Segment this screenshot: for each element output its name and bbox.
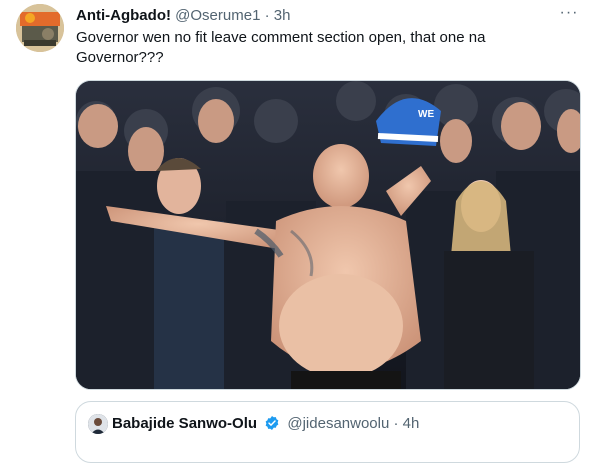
quoted-display-name[interactable]: Babajide Sanwo-Olu — [112, 415, 257, 432]
verified-badge-icon — [264, 415, 280, 431]
hat-text: WE — [418, 109, 434, 120]
separator-dot: · — [264, 7, 270, 24]
crowd-photo: WE — [76, 81, 580, 389]
tweet-header: Anti-Agbado! @Oserume1 · 3h — [76, 6, 580, 26]
quoted-user-avatar[interactable] — [88, 414, 108, 434]
quoted-separator-dot: · — [393, 415, 399, 432]
quoted-user-handle[interactable]: @jidesanwoolu — [287, 415, 389, 432]
quoted-tweet-header: Babajide Sanwo-Olu @jidesanwoolu · 4h — [112, 414, 419, 434]
user-avatar[interactable] — [16, 4, 64, 52]
tweet-photo[interactable]: WE — [75, 80, 581, 390]
quoted-timestamp[interactable]: 4h — [403, 415, 420, 432]
more-options-icon[interactable]: ··· — [558, 5, 580, 22]
timestamp[interactable]: 3h — [274, 7, 291, 24]
user-handle[interactable]: @Oserume1 — [175, 7, 260, 24]
tweet[interactable]: Anti-Agbado! @Oserume1 · 3h ··· Governor… — [0, 0, 596, 463]
display-name[interactable]: Anti-Agbado! — [76, 7, 171, 24]
tweet-text: Governor wen no fit leave comment sectio… — [76, 29, 486, 66]
quoted-tweet[interactable]: Babajide Sanwo-Olu @jidesanwoolu · 4h — [75, 401, 580, 463]
